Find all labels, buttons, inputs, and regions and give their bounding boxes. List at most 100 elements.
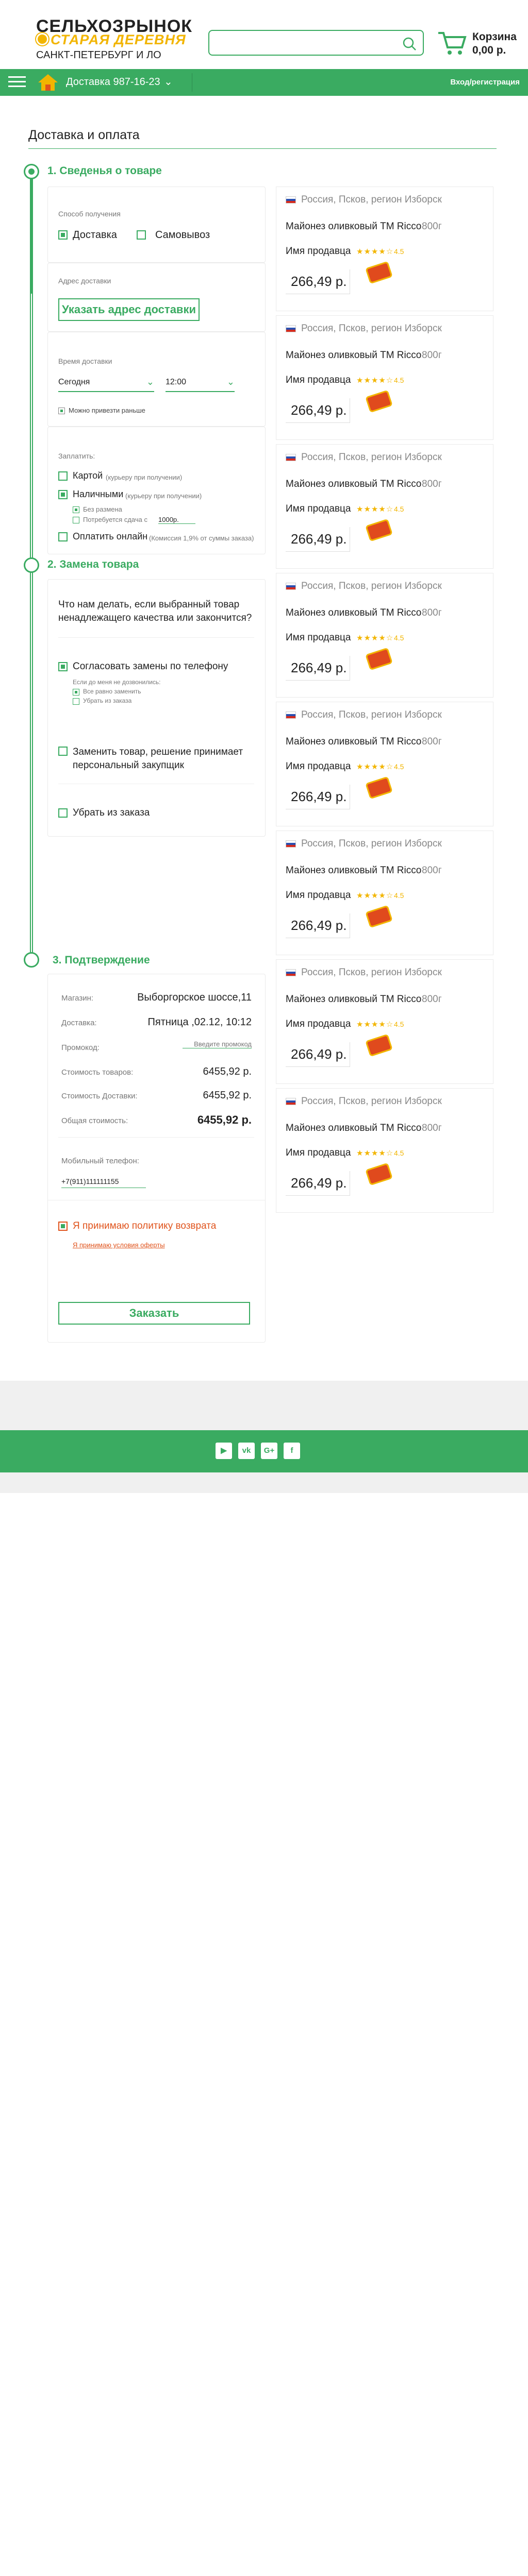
delivery-option-label[interactable]: Доставка	[73, 229, 117, 241]
seller-name[interactable]: Имя продавца	[286, 503, 351, 515]
pay-card-checkbox[interactable]	[58, 471, 68, 481]
pickup-checkbox[interactable]	[137, 230, 146, 240]
rating-value: 4.5	[394, 247, 404, 256]
search-field[interactable]	[216, 31, 401, 54]
delivery-phone[interactable]: Доставка 987-16-23	[66, 76, 160, 88]
hamburger-menu-icon[interactable]	[8, 74, 26, 90]
product-origin: Россия, Псков, регион Изборск	[301, 581, 442, 591]
sub-replace-checkbox[interactable]	[73, 689, 79, 696]
facebook-icon[interactable]: f	[284, 1443, 300, 1459]
replace-buyer-label[interactable]: Заменить товар, решение принимает персон…	[73, 745, 253, 772]
russia-flag-icon	[286, 196, 296, 204]
promo-input[interactable]	[183, 1040, 252, 1048]
product-card[interactable]: Россия, Псков, регион Изборск Майонез оли…	[276, 702, 493, 826]
sub-replace-label[interactable]: Все равно заменить	[83, 688, 141, 695]
product-price: 266,49 р.	[291, 402, 347, 418]
agree-phone-checkbox[interactable]	[58, 662, 68, 671]
no-change-checkbox[interactable]	[73, 506, 79, 513]
product-image[interactable]	[365, 1162, 393, 1186]
seller-name[interactable]: Имя продавца	[286, 1019, 351, 1030]
product-name[interactable]: Майонез оливковый ТМ Ricco	[286, 865, 421, 876]
step-2-title: 2. Замена товара	[47, 558, 139, 570]
product-card[interactable]: Россия, Псков, регион Изборск Майонез оли…	[276, 315, 493, 440]
product-name[interactable]: Майонез оливковый ТМ Ricco	[286, 479, 421, 490]
google-plus-icon[interactable]: G+	[261, 1443, 277, 1459]
pay-cash-label[interactable]: Наличными	[73, 489, 123, 500]
pay-card-label[interactable]: Картой	[73, 470, 103, 481]
agree-phone-label[interactable]: Согласовать замены по телефону	[73, 661, 228, 672]
sub-remove-checkbox[interactable]	[73, 698, 79, 705]
rating-value: 4.5	[394, 376, 404, 384]
cart-label[interactable]: Корзина	[472, 31, 517, 43]
seller-name[interactable]: Имя продавца	[286, 632, 351, 643]
replace-buyer-checkbox[interactable]	[58, 747, 68, 756]
cart-icon[interactable]	[437, 30, 467, 57]
offer-link[interactable]: Я принимаю условия оферты	[73, 1241, 165, 1249]
search-icon[interactable]	[402, 37, 417, 51]
product-price: 266,49 р.	[291, 274, 347, 289]
pay-card-note: (курьеру при получении)	[106, 473, 183, 481]
seller-name[interactable]: Имя продавца	[286, 246, 351, 257]
seller-name[interactable]: Имя продавца	[286, 375, 351, 386]
product-name[interactable]: Майонез оливковый ТМ Ricco	[286, 994, 421, 1005]
delivery-checkbox[interactable]	[58, 230, 68, 240]
seller-name[interactable]: Имя продавца	[286, 761, 351, 772]
seller-name[interactable]: Имя продавца	[286, 890, 351, 901]
product-name[interactable]: Майонез оливковый ТМ Ricco	[286, 607, 421, 619]
product-card[interactable]: Россия, Псков, регион Изборск Майонез оли…	[276, 831, 493, 955]
pay-online-label[interactable]: Оплатить онлайн	[73, 531, 147, 542]
order-button[interactable]: Заказать	[58, 1302, 250, 1325]
product-image[interactable]	[365, 647, 393, 671]
product-card[interactable]: Россия, Псков, регион Изборск Майонез оли…	[276, 1088, 493, 1213]
rating-stars-icon: ★★★★☆	[356, 505, 394, 514]
pay-online-checkbox[interactable]	[58, 532, 68, 541]
cart-sum[interactable]: 0,00 р.	[472, 44, 506, 57]
youtube-icon[interactable]: ▶	[216, 1443, 232, 1459]
product-image[interactable]	[365, 905, 393, 928]
early-label[interactable]: Можно привезти раньше	[69, 406, 145, 414]
product-origin: Россия, Псков, регион Изборск	[301, 967, 442, 978]
phone-input[interactable]: +7(911)111111155	[61, 1177, 146, 1188]
russia-flag-icon	[286, 711, 296, 719]
early-checkbox[interactable]	[58, 408, 65, 414]
vk-icon[interactable]: vk	[238, 1443, 255, 1459]
change-amount-input[interactable]: 1000р.	[158, 516, 195, 524]
logo-bottom-text[interactable]: СТАРАЯ ДЕРЕВНЯ	[51, 32, 186, 48]
product-name[interactable]: Майонез оливковый ТМ Ricco	[286, 350, 421, 361]
rating-stars-icon: ★★★★☆	[356, 634, 394, 642]
day-select-value: Сегодня	[58, 378, 90, 386]
product-card[interactable]: Россия, Псков, регион Изборск Майонез оли…	[276, 959, 493, 1084]
price-divider	[286, 1066, 350, 1067]
login-link[interactable]: Вход/регистрация	[450, 78, 520, 87]
product-image[interactable]	[365, 1033, 393, 1057]
product-image[interactable]	[365, 261, 393, 284]
product-card[interactable]: Россия, Псков, регион Изборск Майонез оли…	[276, 187, 493, 311]
product-name[interactable]: Майонез оливковый ТМ Ricco	[286, 736, 421, 748]
pay-cash-checkbox[interactable]	[58, 490, 68, 499]
policy-checkbox[interactable]	[58, 1222, 68, 1231]
no-change-label[interactable]: Без размена	[83, 505, 122, 513]
product-image[interactable]	[365, 776, 393, 800]
set-address-button[interactable]: Указать адрес доставки	[58, 298, 200, 321]
product-image[interactable]	[365, 518, 393, 542]
divider	[58, 1137, 254, 1138]
product-name[interactable]: Майонез оливковый ТМ Ricco	[286, 221, 421, 232]
need-change-checkbox[interactable]	[73, 517, 79, 523]
pickup-option-label[interactable]: Самовывоз	[155, 229, 210, 241]
day-select[interactable]: Сегодня ⌄	[58, 377, 154, 392]
remove-item-checkbox[interactable]	[58, 808, 68, 818]
remove-item-label[interactable]: Убрать из заказа	[73, 807, 150, 819]
need-change-label[interactable]: Потребуется сдача с	[83, 516, 147, 523]
product-card[interactable]: Россия, Псков, регион Изборск Майонез оли…	[276, 444, 493, 569]
product-price: 266,49 р.	[291, 1175, 347, 1191]
product-weight: 800г	[422, 350, 442, 361]
policy-label[interactable]: Я принимаю политику возврата	[73, 1221, 216, 1232]
delivery-dropdown-chevron-icon[interactable]: ⌄	[164, 75, 173, 88]
product-image[interactable]	[365, 389, 393, 413]
seller-name[interactable]: Имя продавца	[286, 1147, 351, 1159]
search-input[interactable]	[208, 30, 424, 56]
product-card[interactable]: Россия, Псков, регион Изборск Майонез оли…	[276, 573, 493, 698]
sub-remove-label[interactable]: Убрать из заказа	[83, 697, 131, 704]
product-name[interactable]: Майонез оливковый ТМ Ricco	[286, 1123, 421, 1134]
time-select[interactable]: 12:00 ⌄	[166, 377, 235, 392]
